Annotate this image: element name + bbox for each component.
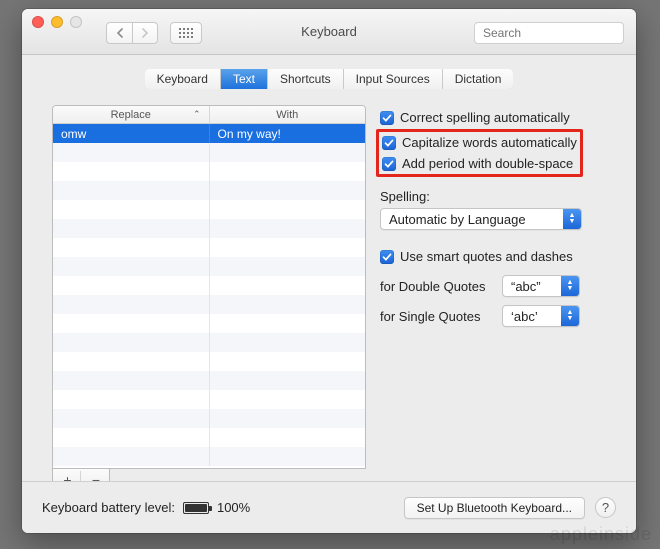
options-panel: Correct spelling automatically Capitaliz…	[380, 105, 616, 491]
battery-label: Keyboard battery level:	[42, 500, 175, 515]
tab-input-sources[interactable]: Input Sources	[344, 69, 443, 89]
add-period-checkbox[interactable]: Add period with double-space	[382, 153, 577, 174]
preferences-window: Keyboard Keyboard Text Shortcuts Input S…	[22, 9, 636, 533]
checkmark-icon	[382, 136, 396, 150]
bluetooth-keyboard-button[interactable]: Set Up Bluetooth Keyboard...	[404, 497, 585, 519]
cell-replace: omw	[53, 124, 210, 143]
updown-icon: ▲▼	[561, 276, 579, 296]
replacements-panel: Replace ⌃ With omw On my way!	[52, 105, 366, 491]
search-field[interactable]	[474, 22, 624, 44]
highlight-box: Capitalize words automatically Add perio…	[376, 129, 583, 177]
updown-icon: ▲▼	[561, 306, 579, 326]
tab-text[interactable]: Text	[221, 69, 268, 89]
single-quotes-label: for Single Quotes	[380, 309, 492, 324]
chevron-right-icon	[141, 28, 149, 38]
back-button[interactable]	[106, 22, 132, 44]
spelling-label: Spelling:	[380, 189, 616, 204]
replacements-table[interactable]: Replace ⌃ With omw On my way!	[52, 105, 366, 469]
zoom-button[interactable]	[70, 16, 82, 28]
cell-with: On my way!	[210, 124, 366, 143]
column-replace[interactable]: Replace ⌃	[53, 106, 210, 123]
checkmark-icon	[380, 111, 394, 125]
show-all-button[interactable]	[170, 22, 202, 44]
tab-keyboard[interactable]: Keyboard	[145, 69, 221, 89]
titlebar: Keyboard	[22, 9, 636, 55]
battery-percent: 100%	[217, 500, 250, 515]
smart-quotes-checkbox[interactable]: Use smart quotes and dashes	[380, 246, 616, 267]
help-button[interactable]: ?	[595, 497, 616, 518]
table-row[interactable]: omw On my way!	[53, 124, 365, 143]
chevron-left-icon	[116, 28, 124, 38]
checkmark-icon	[380, 250, 394, 264]
single-quotes-select[interactable]: ‘abc’ ▲▼	[502, 305, 580, 327]
checkmark-icon	[382, 157, 396, 171]
column-with[interactable]: With	[210, 106, 366, 123]
tab-dictation[interactable]: Dictation	[443, 69, 514, 89]
sort-indicator-icon: ⌃	[193, 109, 201, 120]
tab-shortcuts[interactable]: Shortcuts	[268, 69, 344, 89]
footer: Keyboard battery level: 100% Set Up Blue…	[22, 481, 636, 533]
grid-icon	[179, 28, 193, 38]
close-button[interactable]	[32, 16, 44, 28]
battery-icon	[183, 502, 209, 514]
search-input[interactable]	[481, 25, 636, 41]
tabs: Keyboard Text Shortcuts Input Sources Di…	[22, 69, 636, 89]
correct-spelling-checkbox[interactable]: Correct spelling automatically	[380, 107, 616, 128]
double-quotes-label: for Double Quotes	[380, 279, 492, 294]
minimize-button[interactable]	[51, 16, 63, 28]
spelling-select[interactable]: Automatic by Language ▲▼	[380, 208, 582, 230]
forward-button[interactable]	[132, 22, 158, 44]
updown-icon: ▲▼	[563, 209, 581, 229]
double-quotes-select[interactable]: “abc” ▲▼	[502, 275, 580, 297]
capitalize-checkbox[interactable]: Capitalize words automatically	[382, 132, 577, 153]
